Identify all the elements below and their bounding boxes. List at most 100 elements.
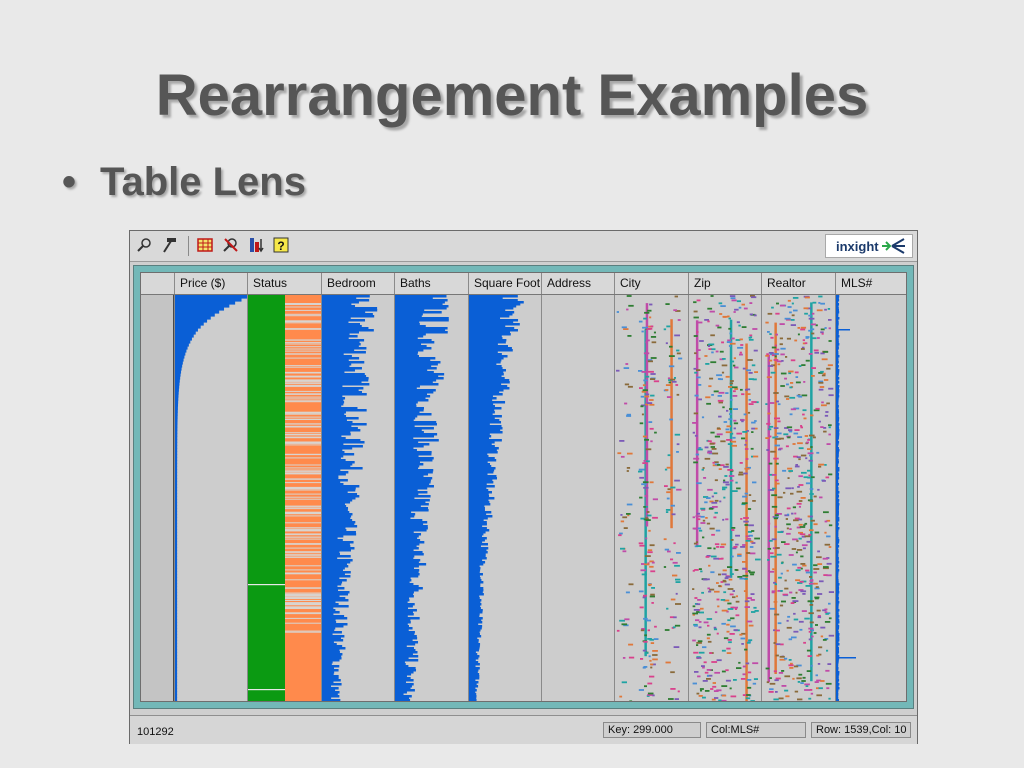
nominal-mark bbox=[707, 307, 713, 310]
column-body-price[interactable] bbox=[174, 295, 247, 701]
column-body-mls[interactable] bbox=[835, 295, 906, 701]
column-header-address[interactable]: Address bbox=[541, 273, 614, 294]
nominal-mark bbox=[719, 350, 724, 353]
column-body-baths[interactable] bbox=[394, 295, 468, 701]
nominal-mark bbox=[735, 614, 740, 617]
nominal-mark bbox=[725, 375, 730, 378]
nominal-mark bbox=[766, 449, 770, 451]
nominal-mark bbox=[702, 519, 706, 522]
nominal-mark bbox=[817, 550, 820, 553]
nominal-mark bbox=[820, 626, 826, 629]
spreadsheet-icon[interactable] bbox=[196, 236, 214, 254]
nominal-mark bbox=[620, 514, 623, 516]
nominal-mark bbox=[692, 431, 695, 434]
nominal-mark bbox=[727, 588, 734, 590]
nominal-mark bbox=[626, 467, 631, 469]
column-body-city[interactable] bbox=[614, 295, 688, 701]
column-body-square-foot[interactable] bbox=[468, 295, 541, 701]
nominal-mark bbox=[674, 624, 681, 627]
nominal-mark bbox=[620, 547, 625, 550]
focus-icon[interactable] bbox=[222, 236, 240, 254]
nominal-mark bbox=[626, 513, 631, 515]
nominal-mark bbox=[701, 416, 705, 419]
nominal-mark bbox=[766, 681, 769, 684]
nominal-mark bbox=[797, 566, 802, 569]
column-header-price[interactable]: Price ($) bbox=[174, 273, 247, 294]
nominal-mark bbox=[639, 496, 643, 499]
nominal-mark bbox=[673, 616, 677, 619]
column-header-status[interactable]: Status bbox=[247, 273, 321, 294]
nominal-mark bbox=[651, 587, 655, 589]
nominal-mark bbox=[816, 609, 821, 612]
nominal-mark bbox=[818, 295, 823, 298]
status-stripe bbox=[285, 346, 321, 348]
nominal-mark bbox=[767, 331, 770, 333]
nominal-mark bbox=[738, 661, 741, 664]
nominal-mark bbox=[648, 529, 651, 532]
column-header-baths[interactable]: Baths bbox=[394, 273, 468, 294]
status-stripe bbox=[285, 442, 321, 444]
nominal-mark bbox=[643, 352, 650, 355]
column-header-square-foot[interactable]: Square Foot bbox=[468, 273, 541, 294]
column-header-realtor[interactable]: Realtor bbox=[761, 273, 835, 294]
nominal-mark bbox=[806, 441, 809, 444]
column-header-city[interactable]: City bbox=[614, 273, 688, 294]
nominal-mark bbox=[795, 376, 799, 378]
nominal-mark bbox=[769, 552, 774, 555]
status-stripe bbox=[285, 304, 321, 305]
nominal-mark bbox=[668, 381, 671, 384]
nominal-mark bbox=[675, 578, 681, 581]
nominal-mark bbox=[823, 430, 827, 433]
status-stripe bbox=[285, 565, 321, 567]
nominal-mark bbox=[739, 633, 743, 636]
nominal-mark bbox=[802, 409, 807, 412]
nominal-mark bbox=[706, 669, 712, 671]
status-orange-block bbox=[285, 295, 321, 701]
nominal-mark bbox=[720, 305, 726, 307]
nominal-mark bbox=[649, 595, 655, 598]
column-sort-icon[interactable] bbox=[247, 236, 265, 254]
nominal-mark bbox=[731, 555, 734, 558]
nominal-mark bbox=[645, 460, 650, 463]
status-row-col: Row: 1539,Col: 10 bbox=[811, 722, 911, 738]
column-header-mls[interactable]: MLS# bbox=[835, 273, 906, 294]
nominal-mark bbox=[808, 638, 812, 641]
column-graphic-city bbox=[616, 295, 683, 701]
nominal-mark bbox=[779, 337, 783, 340]
nominal-mark bbox=[791, 302, 794, 305]
column-header-zip[interactable]: Zip bbox=[688, 273, 761, 294]
nominal-mark bbox=[737, 555, 742, 557]
nominal-mark bbox=[717, 378, 721, 380]
help-icon[interactable]: ? bbox=[272, 236, 290, 254]
nominal-mark bbox=[793, 665, 799, 668]
zoom-icon[interactable] bbox=[136, 236, 154, 254]
table-lens-frame: Price ($) Status Bedroom Baths Square Foot Ad… bbox=[133, 265, 914, 709]
nominal-mark bbox=[802, 547, 806, 550]
column-header-bedroom[interactable]: Bedroom bbox=[321, 273, 394, 294]
nominal-mark bbox=[736, 667, 742, 669]
nominal-mark bbox=[792, 506, 796, 509]
nominal-mark bbox=[648, 370, 654, 373]
row-gutter[interactable] bbox=[141, 295, 174, 701]
column-body-zip[interactable] bbox=[688, 295, 761, 701]
table-lens-grid[interactable]: Price ($) Status Bedroom Baths Square Foot Ad… bbox=[140, 272, 907, 702]
column-body-address[interactable] bbox=[541, 295, 614, 701]
nominal-mark bbox=[825, 682, 832, 685]
nominal-mark bbox=[815, 674, 818, 677]
column-body-bedroom[interactable] bbox=[321, 295, 394, 701]
nominal-mark bbox=[746, 597, 752, 599]
nominal-mark bbox=[721, 694, 727, 697]
column-body-status[interactable] bbox=[247, 295, 321, 701]
nominal-mark bbox=[820, 302, 825, 305]
nominal-mark bbox=[776, 400, 779, 403]
nominal-mark bbox=[671, 380, 677, 383]
nominal-mark bbox=[669, 418, 673, 421]
hammer-icon[interactable] bbox=[161, 236, 179, 254]
nominal-mark bbox=[738, 471, 743, 474]
column-body-realtor[interactable] bbox=[761, 295, 835, 701]
nominal-mark bbox=[735, 534, 740, 537]
status-stripe bbox=[285, 522, 321, 524]
nominal-mark bbox=[784, 689, 789, 692]
nominal-mark bbox=[716, 632, 719, 635]
nominal-mark bbox=[808, 317, 815, 320]
